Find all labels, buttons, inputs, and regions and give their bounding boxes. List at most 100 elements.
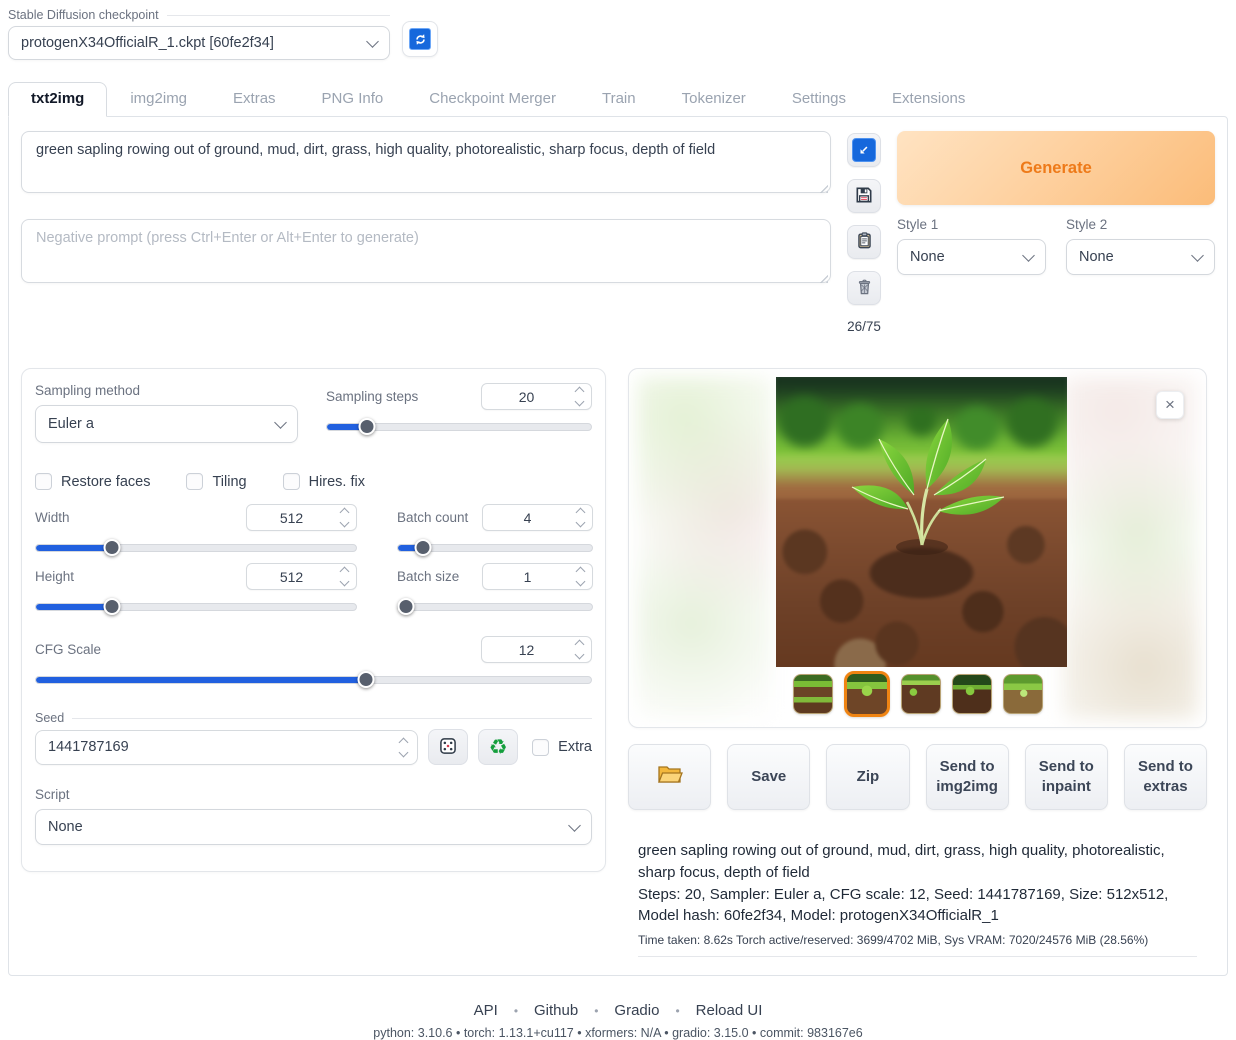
width-input[interactable]: 512 — [246, 504, 357, 531]
reload-ui-link[interactable]: Reload UI — [696, 1002, 763, 1019]
thumbnail-4[interactable] — [952, 674, 992, 714]
send-to-inpaint-button[interactable]: Send to inpaint — [1025, 744, 1108, 810]
apply-style-button[interactable] — [847, 225, 881, 259]
sampling-method-label: Sampling method — [35, 383, 298, 398]
height-slider[interactable] — [35, 598, 357, 616]
tab-txt2img[interactable]: txt2img — [8, 82, 107, 117]
tab-train[interactable]: Train — [579, 82, 659, 116]
paste-generation-params-button[interactable] — [847, 133, 881, 167]
stepper-arrows[interactable] — [572, 509, 592, 526]
sampling-method-value: Euler a — [48, 416, 94, 432]
open-folder-button[interactable] — [628, 744, 711, 810]
style1-dropdown[interactable]: None — [897, 239, 1046, 275]
batch-count-label: Batch count — [397, 510, 468, 525]
send-to-extras-button[interactable]: Send to extras — [1124, 744, 1207, 810]
sampling-method-field: Sampling method Euler a — [35, 383, 298, 443]
zip-button[interactable]: Zip — [826, 744, 909, 810]
style2-dropdown[interactable]: None — [1066, 239, 1215, 275]
stepper-arrows[interactable] — [336, 568, 356, 585]
negative-prompt-input[interactable] — [21, 219, 831, 283]
refresh-icon — [409, 28, 431, 50]
height-input[interactable]: 512 — [246, 563, 357, 590]
tab-png-info[interactable]: PNG Info — [299, 82, 407, 116]
cfg-scale-slider[interactable] — [35, 671, 592, 689]
footer-links: API • Github • Gradio • Reload UI — [0, 1002, 1236, 1019]
separator-dot: • — [594, 1004, 598, 1018]
stepper-arrows[interactable] — [336, 509, 356, 526]
stepper-arrows[interactable] — [397, 739, 417, 756]
refresh-checkpoints-button[interactable] — [402, 21, 438, 57]
height-field: Height 512 — [35, 563, 357, 616]
thumbnail-3[interactable] — [901, 674, 941, 714]
sampling-method-dropdown[interactable]: Euler a — [35, 405, 298, 443]
main-row: Sampling method Euler a Sampling steps 2… — [21, 368, 1215, 957]
style1-field: Style 1 None — [897, 217, 1046, 275]
slider-thumb[interactable] — [104, 598, 121, 615]
save-style-button[interactable] — [847, 179, 881, 213]
cfg-scale-input[interactable]: 12 — [481, 636, 592, 663]
style2-value: None — [1079, 249, 1114, 265]
slider-thumb[interactable] — [398, 598, 415, 615]
clear-prompt-button[interactable] — [847, 271, 881, 305]
floppy-disk-icon — [854, 185, 874, 208]
settings-card: Sampling method Euler a Sampling steps 2… — [21, 368, 606, 872]
thumbnail-2-selected[interactable] — [844, 671, 890, 717]
tab-extensions[interactable]: Extensions — [869, 82, 988, 116]
tab-checkpoint-merger[interactable]: Checkpoint Merger — [406, 82, 579, 116]
generated-image[interactable] — [776, 377, 1067, 667]
width-label: Width — [35, 510, 70, 525]
prompt-input[interactable]: green sapling rowing out of ground, mud,… — [21, 131, 831, 193]
stepper-arrows[interactable] — [571, 641, 591, 658]
batch-size-input[interactable]: 1 — [482, 563, 593, 590]
extra-seed-checkbox[interactable]: Extra — [532, 739, 592, 756]
gradio-link[interactable]: Gradio — [614, 1002, 659, 1019]
tab-extras[interactable]: Extras — [210, 82, 299, 116]
batch-count-slider[interactable] — [397, 539, 593, 557]
chevron-down-icon — [366, 35, 379, 48]
save-button[interactable]: Save — [727, 744, 810, 810]
slider-thumb[interactable] — [357, 671, 374, 688]
checkbox-icon — [283, 473, 300, 490]
random-seed-button[interactable] — [428, 729, 468, 765]
clipboard-icon — [855, 231, 874, 253]
version-info: python: 3.10.6 • torch: 1.13.1+cu117 • x… — [0, 1026, 1236, 1040]
checkpoint-dropdown[interactable]: protogenX34OfficialR_1.ckpt [60fe2f34] — [8, 26, 390, 60]
negative-prompt-wrap — [21, 219, 831, 286]
send-to-img2img-button[interactable]: Send to img2img — [926, 744, 1009, 810]
generation-info: green sapling rowing out of ground, mud,… — [628, 840, 1207, 957]
tab-tokenizer[interactable]: Tokenizer — [659, 82, 769, 116]
stepper-arrows[interactable] — [572, 568, 592, 585]
seed-input[interactable]: 1441787169 — [35, 730, 418, 765]
tiling-checkbox[interactable]: Tiling — [186, 473, 246, 490]
stepper-arrows[interactable] — [571, 388, 591, 405]
batch-count-input[interactable]: 4 — [482, 504, 593, 531]
sampling-steps-slider[interactable] — [326, 418, 592, 436]
tab-img2img[interactable]: img2img — [107, 82, 210, 116]
checkpoint-field: Stable Diffusion checkpoint protogenX34O… — [8, 8, 390, 60]
generate-button[interactable]: Generate — [897, 131, 1215, 205]
batch-size-slider[interactable] — [397, 598, 593, 616]
height-label: Height — [35, 569, 74, 584]
info-prompt-text: green sapling rowing out of ground, mud,… — [638, 840, 1197, 884]
close-gallery-button[interactable]: × — [1156, 391, 1184, 419]
prompt-column: green sapling rowing out of ground, mud,… — [21, 131, 831, 334]
sampling-steps-input[interactable]: 20 — [481, 383, 592, 410]
width-field: Width 512 — [35, 504, 357, 557]
api-link[interactable]: API — [474, 1002, 498, 1019]
reuse-seed-button[interactable]: ♻ — [478, 729, 518, 765]
restore-faces-checkbox[interactable]: Restore faces — [35, 473, 150, 490]
script-dropdown[interactable]: None — [35, 809, 592, 845]
recycle-icon: ♻ — [489, 737, 508, 758]
separator-dot: • — [514, 1004, 518, 1018]
github-link[interactable]: Github — [534, 1002, 578, 1019]
thumbnail-5[interactable] — [1003, 674, 1043, 714]
thumbnail-1[interactable] — [793, 674, 833, 714]
checkbox-icon — [532, 739, 549, 756]
width-slider[interactable] — [35, 539, 357, 557]
slider-thumb[interactable] — [415, 539, 432, 556]
hires-fix-checkbox[interactable]: Hires. fix — [283, 473, 365, 490]
slider-thumb[interactable] — [359, 418, 376, 435]
slider-thumb[interactable] — [104, 539, 121, 556]
tab-settings[interactable]: Settings — [769, 82, 869, 116]
prompt-wrap: green sapling rowing out of ground, mud,… — [21, 131, 831, 196]
